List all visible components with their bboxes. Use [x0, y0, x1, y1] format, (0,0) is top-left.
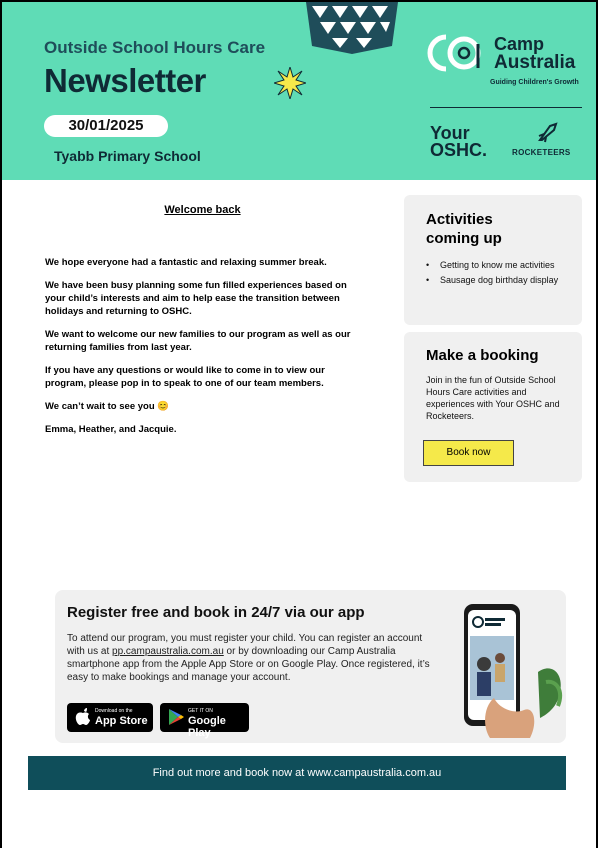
register-link[interactable]: pp.campaustralia.com.au — [112, 646, 224, 657]
booking-card: Make a booking Join in the fun of Outsid… — [404, 332, 582, 482]
brand-name-line2: Australia — [494, 52, 576, 73]
app-promo-body: To attend our program, you must register… — [67, 632, 437, 684]
activity-item: Sausage dog birthday display — [426, 274, 576, 286]
activities-list: Getting to know me activities Sausage do… — [426, 259, 576, 289]
newsletter-header: Outside School Hours Care Newsletter 30/… — [2, 2, 596, 180]
school-name: Tyabb Primary School — [54, 148, 201, 164]
welcome-paragraph: We can’t wait to see you 😊 — [45, 401, 170, 412]
app-store-small-text: Download on the — [95, 708, 133, 714]
welcome-paragraph: We want to welcome our new families to o… — [45, 329, 351, 353]
google-play-small-text: GET IT ON — [188, 708, 213, 714]
app-store-big-text: App Store — [95, 715, 148, 727]
rocketeers-logo-text: ROCKETEERS — [512, 148, 571, 157]
camp-australia-logo-icon — [427, 34, 481, 72]
your-oshc-logo: Your OSHC. — [430, 124, 488, 160]
google-play-big-text: Google Play — [188, 715, 226, 739]
header-divider — [430, 107, 582, 108]
google-play-icon — [169, 709, 184, 725]
welcome-title: Welcome back — [164, 204, 241, 216]
activity-item: Getting to know me activities — [426, 259, 576, 271]
welcome-paragraph: We have been busy planning some fun fill… — [45, 280, 347, 317]
newsletter-pre-title: Outside School Hours Care — [44, 38, 266, 57]
welcome-paragraph: If you have any questions or would like … — [45, 365, 325, 389]
crown-decoration-icon — [306, 2, 398, 54]
app-promo-title: Register free and book in 24/7 via our a… — [67, 604, 365, 621]
google-play-badge[interactable]: GET IT ON Google Play — [160, 703, 249, 739]
footer-banner[interactable]: Find out more and book now at www.campau… — [28, 756, 566, 790]
app-promo-box: Register free and book in 24/7 via our a… — [55, 590, 566, 743]
apple-icon — [75, 708, 90, 725]
booking-body: Join in the fun of Outside School Hours … — [426, 375, 560, 421]
welcome-signoff: Emma, Heather, and Jacquie. — [45, 424, 177, 435]
phone-in-hand-image — [464, 604, 563, 738]
starburst-icon — [274, 67, 306, 99]
booking-title: Make a booking — [426, 347, 539, 364]
rocketeers-rocket-icon — [538, 122, 558, 143]
activities-title: Activities coming up — [426, 211, 502, 247]
brand-tagline: Guiding Children's Growth — [490, 79, 579, 86]
activities-card: Activities coming up Getting to know me … — [404, 195, 582, 325]
welcome-body: We hope everyone had a fantastic and rel… — [45, 256, 360, 446]
book-now-button[interactable]: Book now — [423, 440, 514, 466]
newsletter-title: Newsletter — [44, 62, 206, 99]
your-oshc-line2: OSHC. — [430, 140, 488, 160]
app-store-badge[interactable]: Download on the App Store — [67, 703, 153, 732]
newsletter-date: 30/01/2025 — [44, 115, 168, 137]
welcome-paragraph: We hope everyone had a fantastic and rel… — [45, 257, 327, 268]
